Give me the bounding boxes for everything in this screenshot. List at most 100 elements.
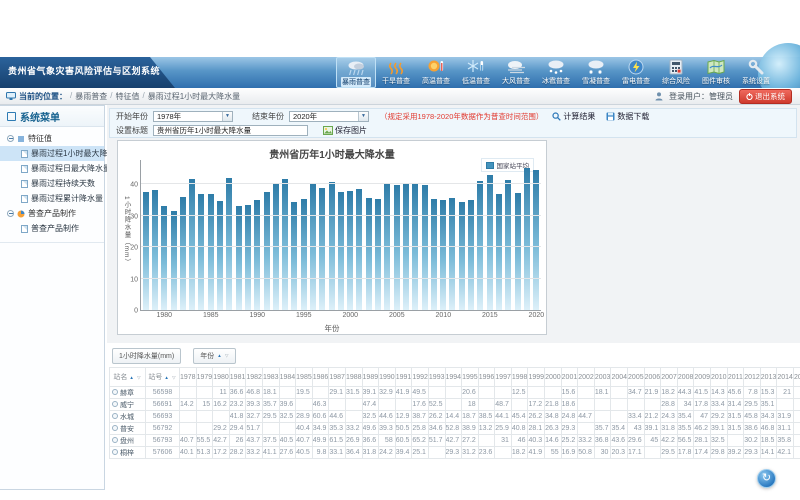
end-year-select[interactable]: 2020年 ▼	[289, 111, 369, 122]
sidebar-item-daily-max-precip[interactable]: 暴雨过程日最大降水量	[0, 161, 104, 176]
expand-icon[interactable]	[112, 437, 118, 443]
column-header-year[interactable]: 2002	[578, 368, 595, 387]
nav-lightning-survey[interactable]: 雷电普查	[616, 57, 656, 88]
nav-system-settings[interactable]: 系统设置	[736, 57, 776, 88]
column-header-station[interactable]: 站名 ▲ ▽	[110, 368, 146, 387]
column-header-year[interactable]: 2006	[644, 368, 661, 387]
sidebar-item-duration-days[interactable]: 暴雨过程持续天数	[0, 176, 104, 191]
column-header-year[interactable]: 1979	[196, 368, 213, 387]
station-name-cell[interactable]: 盘州	[110, 435, 146, 447]
column-header-year[interactable]: 1987	[329, 368, 346, 387]
value-cell: 21.9	[644, 387, 661, 399]
column-header-year[interactable]: 1988	[345, 368, 362, 387]
column-header-year[interactable]: 2001	[561, 368, 578, 387]
pivot-column-button[interactable]: 年份 ▲ ▽	[193, 348, 236, 364]
nav-composite-risk[interactable]: 综合风险	[656, 57, 696, 88]
expand-icon[interactable]	[112, 401, 118, 407]
nav-snow-survey[interactable]: 雪凝普查	[576, 57, 616, 88]
column-header-year[interactable]: 1998	[511, 368, 528, 387]
value-cell: 17.2	[213, 447, 230, 459]
station-name-cell[interactable]: 桐梓	[110, 447, 146, 459]
column-header-year[interactable]: 2010	[711, 368, 728, 387]
column-header-year[interactable]: 1981	[229, 368, 246, 387]
group-label: 普查产品制作	[28, 208, 76, 219]
chart-bar	[347, 191, 353, 310]
column-header-year[interactable]: 2007	[661, 368, 678, 387]
column-header-year[interactable]: 1982	[246, 368, 263, 387]
column-header-year[interactable]: 2012	[744, 368, 761, 387]
sidebar-group-survey-products[interactable]: 普查产品制作	[0, 206, 104, 221]
nav-drought-survey[interactable]: 干旱普查	[376, 57, 416, 88]
column-header-year[interactable]: 1999	[528, 368, 545, 387]
sidebar-item-accum-precip[interactable]: 暴雨过程累计降水量	[0, 191, 104, 206]
save-image-button[interactable]: 保存图片	[323, 125, 367, 136]
column-header-year[interactable]: 2009	[694, 368, 711, 387]
expand-icon[interactable]	[112, 389, 118, 395]
column-header-year[interactable]: 1984	[279, 368, 296, 387]
nav-wind-survey[interactable]: 大风普查	[496, 57, 536, 88]
expand-icon[interactable]	[112, 449, 118, 455]
station-name-cell[interactable]: 水城	[110, 411, 146, 423]
column-header-year[interactable]: 2008	[677, 368, 694, 387]
sidebar-group-feature-values[interactable]: 特征值	[0, 131, 104, 146]
column-header-year[interactable]: 1989	[362, 368, 379, 387]
nav-high-temp-survey[interactable]: 高温普查	[416, 57, 456, 88]
start-year-select[interactable]: 1978年 ▼	[153, 111, 233, 122]
value-cell: 16.9	[561, 447, 578, 459]
column-header-year[interactable]: 2003	[594, 368, 611, 387]
pivot-value-button[interactable]: 1小时降水量(mm)	[112, 348, 181, 364]
logout-button[interactable]: 退出系统	[739, 89, 792, 104]
column-header-year[interactable]: 1993	[428, 368, 445, 387]
value-cell: 31.5	[345, 387, 362, 399]
column-header-year[interactable]: 1996	[478, 368, 495, 387]
value-cell: 45.6	[727, 387, 744, 399]
value-cell: 16.2	[213, 399, 230, 411]
nav-low-temp-survey[interactable]: 低温普查	[456, 57, 496, 88]
column-header-year[interactable]: 1986	[312, 368, 329, 387]
sort-icons[interactable]: ▲ ▽	[217, 353, 229, 359]
column-header-year[interactable]: 1995	[462, 368, 479, 387]
value-cell	[793, 411, 800, 423]
calculate-button[interactable]: 计算结果	[552, 111, 595, 122]
nav-map-review[interactable]: 图件审核	[696, 57, 736, 88]
column-header-year[interactable]: 2005	[628, 368, 645, 387]
column-header-year[interactable]: 2000	[545, 368, 562, 387]
download-button[interactable]: 数据下载	[606, 111, 649, 122]
refresh-float-button[interactable]: ↻	[757, 469, 776, 488]
value-cell	[478, 387, 495, 399]
column-header-year[interactable]: 1997	[495, 368, 512, 387]
breadcrumb-link[interactable]: 暴雨过程1小时最大降水量	[148, 91, 240, 102]
column-header-year[interactable]: 1978	[180, 368, 197, 387]
column-header-year[interactable]: 1991	[395, 368, 412, 387]
value-cell	[511, 399, 528, 411]
collapse-icon[interactable]	[7, 135, 14, 142]
column-header-year[interactable]: 2011	[727, 368, 744, 387]
station-name-cell[interactable]: 赫章	[110, 387, 146, 399]
expand-icon[interactable]	[112, 413, 118, 419]
column-header-year[interactable]: 1994	[445, 368, 462, 387]
station-name-cell[interactable]: 普安	[110, 423, 146, 435]
nav-rainstorm-survey[interactable]: 暴雨普查	[336, 57, 376, 88]
column-header-year[interactable]: 2013	[760, 368, 777, 387]
column-header-year[interactable]: 1983	[262, 368, 279, 387]
expand-icon[interactable]	[112, 425, 118, 431]
chart-bar	[217, 201, 223, 310]
breadcrumb-link[interactable]: 特征值	[115, 91, 139, 102]
value-cell: 42.7	[445, 435, 462, 447]
column-header-station-id[interactable]: 站号 ▲ ▽	[146, 368, 180, 387]
column-header-year[interactable]: 1990	[379, 368, 396, 387]
column-header-year[interactable]: 1992	[412, 368, 429, 387]
column-header-year[interactable]: 2015	[793, 368, 800, 387]
nav-hail-survey[interactable]: 冰雹普查	[536, 57, 576, 88]
column-header-year[interactable]: 2014	[777, 368, 794, 387]
column-header-year[interactable]: 1980	[213, 368, 230, 387]
breadcrumb-link[interactable]: 暴雨普查	[75, 91, 107, 102]
value-cell: 31.4	[727, 399, 744, 411]
sidebar-item-product-making[interactable]: 普查产品制作	[0, 221, 104, 236]
column-header-year[interactable]: 2004	[611, 368, 628, 387]
sidebar-item-1h-max-precip[interactable]: 暴雨过程1小时最大降水量	[0, 146, 104, 161]
chart-title-input[interactable]	[153, 125, 308, 136]
station-name-cell[interactable]: 威宁	[110, 399, 146, 411]
collapse-icon[interactable]	[7, 210, 14, 217]
column-header-year[interactable]: 1985	[296, 368, 313, 387]
